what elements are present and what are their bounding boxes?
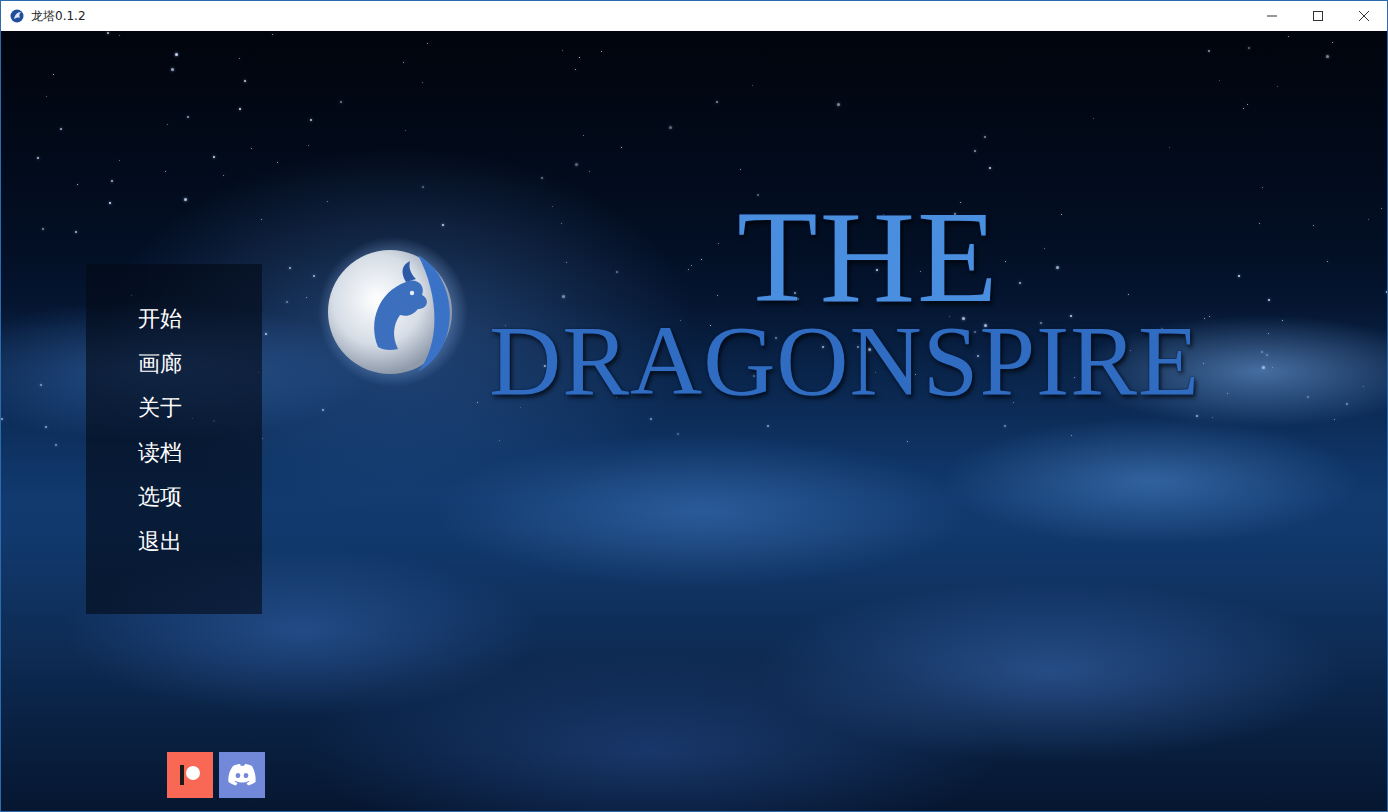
logo-line: THE — [737, 191, 1200, 323]
game-logo: THEDRAGONSPIRE — [489, 191, 1200, 411]
menu-item[interactable]: 选项 — [138, 475, 262, 520]
menu-item[interactable]: 关于 — [138, 386, 262, 431]
discord-button[interactable] — [219, 752, 265, 798]
discord-icon — [227, 763, 257, 787]
logo-line: DRAGONSPIRE — [489, 311, 1200, 411]
menu-item[interactable]: 画廊 — [138, 342, 262, 387]
menu-item[interactable]: 读档 — [138, 431, 262, 476]
social-links — [167, 752, 1387, 798]
moon-dragon-icon — [318, 237, 468, 387]
minimize-button[interactable] — [1249, 1, 1295, 31]
title-screen: THEDRAGONSPIRE 开始画廊关于读档选项退出 — [1, 31, 1387, 811]
patreon-button[interactable] — [167, 752, 213, 798]
patreon-icon — [176, 761, 204, 789]
dragon-app-icon — [10, 9, 24, 23]
window-title: 龙塔0.1.2 — [31, 8, 86, 25]
menu-item[interactable]: 开始 — [138, 297, 262, 342]
maximize-icon — [1313, 11, 1323, 21]
title-bar: 龙塔0.1.2 — [1, 1, 1387, 31]
close-button[interactable] — [1341, 1, 1387, 31]
main-menu: 开始画廊关于读档选项退出 — [86, 264, 262, 614]
minimize-icon — [1267, 11, 1277, 21]
menu-item[interactable]: 退出 — [138, 520, 262, 565]
close-icon — [1359, 11, 1369, 21]
maximize-button[interactable] — [1295, 1, 1341, 31]
game-window: 龙塔0.1.2 THEDRAGONSPIRE 开始画廊关于读档选项退出 — [0, 0, 1388, 812]
